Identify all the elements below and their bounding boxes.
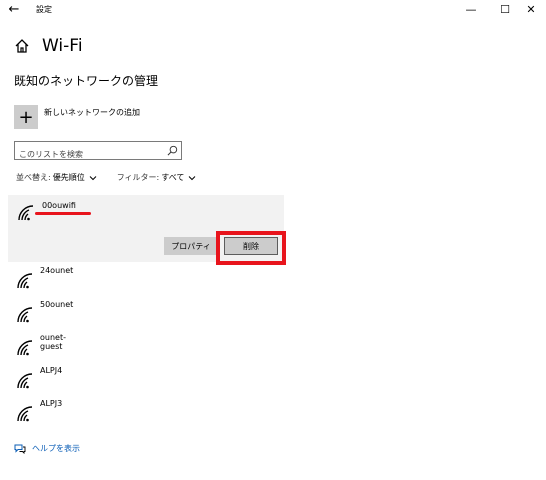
- add-network-label: 新しいネットワークの追加: [44, 107, 140, 117]
- page-header: Wi-Fi: [14, 34, 83, 58]
- title-bar: ← 設定 — ☐ ✕: [0, 0, 546, 20]
- network-name: 00ouwifi: [42, 201, 76, 210]
- red-underline-annotation: [35, 212, 91, 215]
- sort-label: 並べ替え:: [16, 173, 51, 182]
- wifi-icon: [17, 273, 33, 289]
- search-box: [14, 141, 182, 163]
- add-network-button[interactable]: + 新しいネットワークの追加: [14, 104, 140, 130]
- help-link-label: ヘルプを表示: [32, 444, 80, 453]
- wifi-icon: [17, 406, 33, 422]
- section-title: 既知のネットワークの管理: [14, 74, 159, 88]
- minimize-button[interactable]: —: [454, 0, 488, 20]
- help-link[interactable]: ヘルプを表示: [14, 443, 80, 454]
- close-button[interactable]: ✕: [514, 0, 546, 20]
- filter-value: すべて: [161, 173, 185, 182]
- network-name: ounet-guest: [40, 333, 66, 351]
- sort-value: 優先順位: [52, 173, 85, 182]
- back-arrow-icon[interactable]: ←: [6, 2, 22, 18]
- wifi-icon: [17, 340, 33, 356]
- wifi-icon: [18, 205, 34, 221]
- wifi-icon: [17, 373, 33, 389]
- plus-icon: +: [14, 105, 38, 129]
- sort-dropdown[interactable]: 並べ替え: 優先順位: [16, 172, 97, 183]
- chevron-down-icon: [89, 175, 97, 180]
- home-icon[interactable]: [14, 38, 30, 54]
- window-title: 設定: [36, 5, 52, 14]
- sort-filter-bar: 並べ替え: 優先順位 フィルター: すべて: [16, 172, 196, 183]
- filter-dropdown[interactable]: フィルター: すべて: [117, 172, 197, 183]
- properties-button[interactable]: プロパティ: [164, 237, 218, 255]
- network-name: ALPJ4: [40, 366, 63, 375]
- chevron-down-icon: [189, 175, 196, 180]
- wifi-icon: [17, 307, 33, 323]
- network-name: 24ounet: [40, 266, 74, 275]
- network-name: 50ounet: [40, 300, 74, 309]
- search-icon[interactable]: [167, 145, 178, 156]
- red-highlight-box: [216, 231, 286, 265]
- chat-bubble-icon: [14, 444, 26, 454]
- page-title: Wi-Fi: [42, 36, 83, 56]
- search-input[interactable]: [15, 146, 165, 163]
- filter-label: フィルター:: [116, 173, 160, 182]
- network-name: ALPJ3: [40, 399, 63, 408]
